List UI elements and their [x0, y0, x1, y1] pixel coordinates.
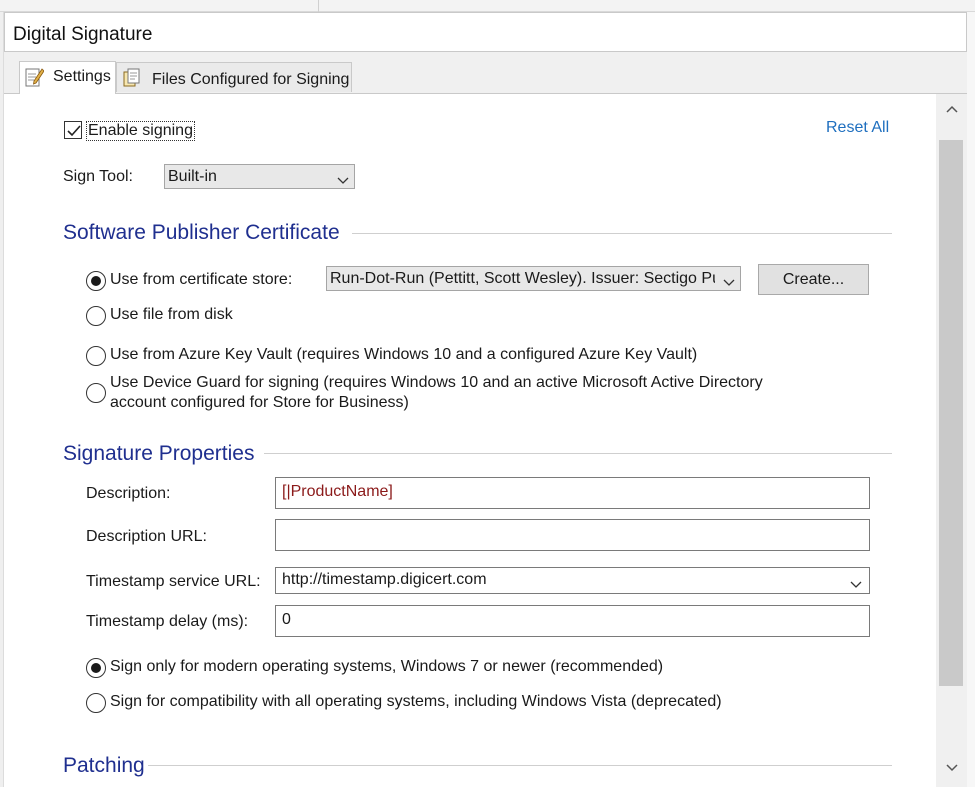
certificate-store-select[interactable]: Run-Dot-Run (Pettitt, Scott Wesley). Iss… [326, 266, 741, 291]
timestamp-delay-input[interactable]: 0 [275, 605, 870, 637]
scrollbar-thumb[interactable] [939, 140, 963, 686]
file-disk-label[interactable]: Use file from disk [110, 306, 233, 324]
azure-key-vault-label[interactable]: Use from Azure Key Vault (requires Windo… [110, 346, 697, 364]
timestamp-url-value: http://timestamp.digicert.com [282, 571, 487, 588]
create-button[interactable]: Create... [758, 264, 869, 295]
timestamp-url-select[interactable]: http://timestamp.digicert.com [275, 567, 870, 594]
edit-document-icon [24, 66, 45, 88]
device-guard-label-line2[interactable]: account configured for Store for Busines… [110, 394, 409, 412]
tab-files-configured-label: Files Configured for Signing [152, 71, 350, 88]
description-label: Description: [86, 485, 171, 502]
chevron-down-icon [337, 172, 349, 188]
device-guard-radio[interactable] [86, 383, 106, 403]
sign-compat-radio[interactable] [86, 693, 106, 713]
azure-key-vault-radio[interactable] [86, 346, 106, 366]
description-input[interactable]: [|ProductName] [275, 477, 870, 509]
patching-section-heading: Patching [63, 754, 145, 777]
tab-settings-label: Settings [53, 68, 111, 85]
description-value: [|ProductName] [282, 483, 393, 500]
sign-compat-label[interactable]: Sign for compatibility with all operatin… [110, 693, 722, 711]
description-url-label: Description URL: [86, 528, 207, 545]
right-edge [967, 12, 975, 787]
chevron-down-icon [723, 274, 735, 290]
sign-modern-radio[interactable] [86, 658, 106, 678]
sign-tool-select[interactable]: Built-in [164, 164, 355, 189]
signature-section-divider [264, 453, 892, 454]
panel-title-bar: Digital Signature [4, 12, 967, 52]
enable-signing-label[interactable]: Enable signing [86, 121, 195, 141]
patching-section-divider [148, 765, 892, 766]
radio-selected-dot [91, 663, 101, 673]
cert-store-label[interactable]: Use from certificate store: [110, 271, 292, 289]
description-url-input[interactable] [275, 519, 870, 551]
scroll-down-icon[interactable] [936, 755, 967, 781]
top-strip-divider [318, 0, 319, 12]
sign-modern-label[interactable]: Sign only for modern operating systems, … [110, 658, 663, 676]
top-strip [0, 0, 975, 12]
cert-store-radio[interactable] [86, 271, 106, 291]
panel-title: Digital Signature [13, 24, 153, 45]
timestamp-delay-label: Timestamp delay (ms): [86, 613, 249, 630]
enable-signing-checkbox[interactable] [64, 121, 82, 139]
sign-tool-label: Sign Tool: [63, 168, 133, 185]
signature-section-heading: Signature Properties [63, 442, 255, 465]
device-guard-label-line1[interactable]: Use Device Guard for signing (requires W… [110, 374, 763, 392]
sign-tool-value: Built-in [168, 168, 217, 185]
radio-selected-dot [91, 276, 101, 286]
certificate-section-heading: Software Publisher Certificate [63, 221, 340, 244]
scroll-up-icon[interactable] [936, 96, 967, 122]
certificate-section-divider [352, 233, 892, 234]
files-icon [122, 67, 142, 89]
file-disk-radio[interactable] [86, 306, 106, 326]
reset-all-link[interactable]: Reset All [826, 119, 889, 137]
timestamp-url-label: Timestamp service URL: [86, 573, 261, 590]
certificate-store-value: Run-Dot-Run (Pettitt, Scott Wesley). Iss… [330, 270, 715, 287]
tab-files-configured[interactable]: Files Configured for Signing [116, 62, 352, 92]
tab-settings[interactable]: Settings [19, 61, 116, 94]
timestamp-delay-value: 0 [282, 611, 291, 628]
settings-content [4, 94, 936, 787]
chevron-down-icon [850, 576, 862, 594]
